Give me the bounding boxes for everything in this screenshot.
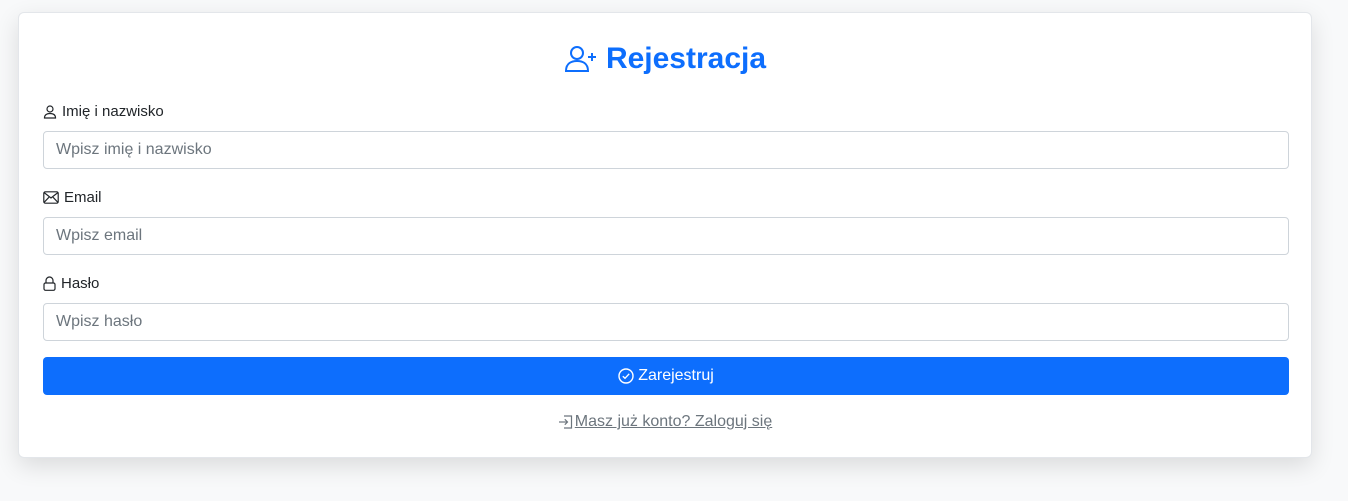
name-input[interactable]: [43, 131, 1289, 169]
name-label-text: Imię i nazwisko: [62, 103, 164, 120]
login-link-row: Masz już konto? Zaloguj się: [19, 413, 1311, 434]
person-icon: [43, 104, 57, 119]
login-link-text: Masz już konto? Zaloguj się: [574, 413, 773, 430]
email-input[interactable]: [43, 217, 1289, 255]
lock-icon: [43, 276, 56, 291]
box-arrow-in-right-icon: [558, 415, 572, 429]
email-label: Email: [43, 189, 102, 206]
title-text: Rejestracja: [605, 42, 767, 75]
password-label: Hasło: [43, 275, 99, 292]
registration-card: Rejestracja Imię i nazwisko Email Hasło: [18, 12, 1312, 458]
check-circle-icon: [618, 368, 634, 384]
name-label: Imię i nazwisko: [43, 103, 164, 120]
page-title: Rejestracja: [19, 39, 1311, 79]
register-button-label: Zarejestruj: [638, 367, 714, 384]
password-input[interactable]: [43, 303, 1289, 341]
password-label-text: Hasło: [61, 275, 100, 292]
email-label-text: Email: [64, 189, 102, 206]
envelope-icon: [43, 191, 59, 204]
login-link[interactable]: Masz już konto? Zaloguj się: [558, 413, 772, 431]
register-button[interactable]: Zarejestruj: [43, 357, 1289, 395]
person-plus-icon: [564, 46, 596, 72]
